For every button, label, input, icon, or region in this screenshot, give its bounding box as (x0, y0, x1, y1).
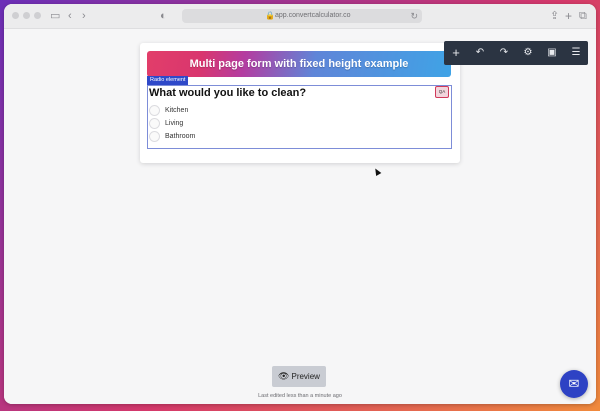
address-bar-url: app.convertcalculator.co (275, 12, 351, 19)
close-window-button[interactable] (12, 12, 19, 19)
mouse-cursor (372, 166, 382, 177)
mail-icon: ✉ (568, 376, 580, 391)
tabs-icon[interactable]: ⧉ (579, 8, 587, 24)
radio-element[interactable]: What would you like to clean? QA Kitchen… (147, 85, 452, 149)
preview-label: Preview (291, 372, 320, 381)
plus-icon[interactable]: + (444, 41, 468, 65)
editor-toolbar: + ↶ ↷ ⚙ ▣ ☰ (444, 41, 588, 65)
question-text: What would you like to clean? (149, 87, 307, 99)
preview-button[interactable]: 👁 Preview (272, 366, 326, 387)
radio-button[interactable] (149, 131, 160, 142)
chat-button[interactable]: ✉ (560, 370, 588, 398)
radio-button[interactable] (149, 118, 160, 129)
chevron-right-icon[interactable]: › (82, 8, 86, 24)
chevron-left-icon[interactable]: ‹ (68, 8, 72, 24)
share-icon[interactable]: ⇪ (550, 8, 559, 24)
option-label: Kitchen (165, 107, 189, 114)
address-bar[interactable]: 🔒 app.convertcalculator.co ↻ (182, 9, 422, 23)
sidebar-icon[interactable]: ▭ (50, 8, 60, 24)
form-card: Multi page form with fixed height exampl… (140, 43, 460, 163)
gear-icon[interactable]: ⚙ (516, 41, 540, 65)
undo-icon[interactable]: ↶ (468, 41, 492, 65)
lock-icon: 🔒 (265, 11, 275, 20)
zoom-window-button[interactable] (34, 12, 41, 19)
minimize-window-button[interactable] (23, 12, 30, 19)
last-edited-status: Last edited less than a minute ago (258, 393, 342, 399)
eye-icon: 👁 (278, 371, 290, 381)
option-label: Living (165, 120, 184, 127)
save-icon[interactable]: ▣ (540, 41, 564, 65)
banner-title: Multi page form with fixed height exampl… (189, 58, 409, 70)
page-content: Multi page form with fixed height exampl… (4, 29, 596, 404)
redo-icon[interactable]: ↷ (492, 41, 516, 65)
menu-icon[interactable]: ☰ (564, 41, 588, 65)
form-banner[interactable]: Multi page form with fixed height exampl… (147, 51, 451, 77)
element-type-tag: Radio element (147, 76, 189, 85)
browser-titlebar: ▭ ‹ › ◐ 🔒 app.convertcalculator.co ↻ ⇪ +… (4, 4, 596, 29)
browser-window: ▭ ‹ › ◐ 🔒 app.convertcalculator.co ↻ ⇪ +… (4, 4, 596, 404)
reload-icon[interactable]: ↻ (410, 9, 418, 23)
option-label: Bathroom (165, 133, 196, 140)
shield-icon[interactable]: ◐ (160, 8, 167, 24)
radio-button[interactable] (149, 105, 160, 116)
qa-badge[interactable]: QA (435, 86, 449, 98)
plus-icon[interactable]: + (565, 8, 572, 24)
